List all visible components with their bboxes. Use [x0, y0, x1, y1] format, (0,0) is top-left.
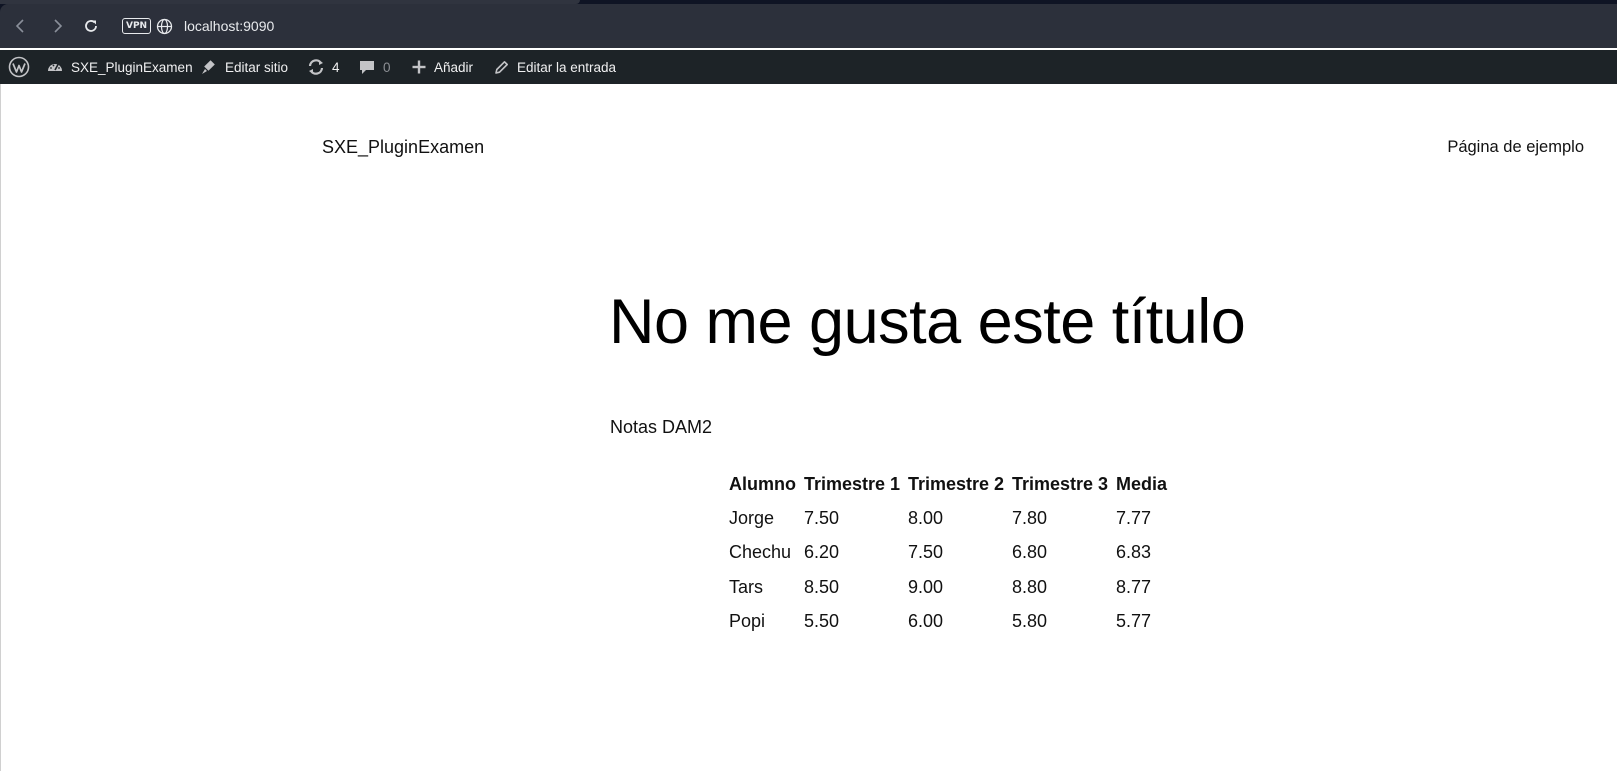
back-icon[interactable]: [10, 16, 30, 36]
brush-icon: [200, 58, 218, 76]
notes-heading: Notas DAM2: [610, 417, 713, 437]
reload-icon[interactable]: [81, 16, 101, 36]
grade-cell: 6.80: [1012, 542, 1048, 563]
grade-cell: 5.80: [1012, 611, 1048, 632]
grade-cell: 6.20: [804, 542, 840, 563]
globe-icon[interactable]: [156, 18, 173, 35]
average-cell: 8.77: [1116, 576, 1152, 597]
adminbar-site-name-label: SXE_PluginExamen: [71, 59, 193, 75]
adminbar-updates[interactable]: 4: [307, 50, 340, 84]
grade-cell: 6.00: [908, 611, 944, 632]
comments-count: 0: [383, 59, 391, 75]
column-header: Alumno: [729, 474, 796, 494]
average-cell: 5.77: [1116, 611, 1152, 632]
comment-icon: [358, 58, 376, 76]
vpn-badge[interactable]: VPN: [122, 18, 152, 34]
table-header-row: Alumno Trimestre 1 Trimestre 2 Trimestre…: [729, 470, 1176, 501]
grade-cell: 5.50: [804, 611, 840, 632]
wordpress-logo-icon[interactable]: [8, 50, 30, 84]
adminbar-add-new-label: Añadir: [434, 59, 474, 75]
forward-icon[interactable]: [48, 16, 68, 36]
adminbar-edit-post-label: Editar la entrada: [517, 59, 617, 75]
pencil-icon: [493, 59, 510, 76]
table-row: Tars 8.50 9.00 8.80 8.77: [729, 570, 1176, 605]
viewport-edge: [0, 84, 1, 771]
nav-link-sample-page[interactable]: Página de ejemplo: [1447, 138, 1584, 157]
adminbar-edit-post[interactable]: Editar la entrada: [493, 50, 616, 84]
column-header: Trimestre 1: [804, 474, 901, 494]
student-name-cell: Tars: [729, 576, 764, 597]
url-field[interactable]: localhost:9090: [184, 17, 274, 35]
grade-cell: 7.50: [908, 542, 944, 563]
student-name-cell: Chechu: [729, 542, 792, 563]
grade-cell: 8.80: [1012, 576, 1048, 597]
updates-icon: [307, 58, 325, 76]
adminbar-add-new[interactable]: Añadir: [411, 50, 473, 84]
wp-admin-bar: SXE_PluginExamen Editar sitio 4 0 Añadir…: [0, 50, 1617, 84]
post-title: No me gusta este título: [609, 287, 1246, 357]
column-header: Media: [1116, 474, 1168, 494]
grades-table: Alumno Trimestre 1 Trimestre 2 Trimestre…: [729, 470, 1176, 639]
adminbar-edit-site[interactable]: Editar sitio: [200, 50, 288, 84]
student-name-cell: Jorge: [729, 507, 775, 528]
column-header: Trimestre 3: [1012, 474, 1109, 494]
adminbar-edit-site-label: Editar sitio: [225, 59, 289, 75]
plus-icon: [411, 59, 427, 75]
updates-count: 4: [332, 59, 340, 75]
browser-frame: VPN localhost:9090: [0, 0, 1617, 48]
adminbar-site-name[interactable]: SXE_PluginExamen: [46, 50, 193, 84]
grade-cell: 8.00: [908, 507, 944, 528]
table-row: Popi 5.50 6.00 5.80 5.77: [729, 605, 1176, 640]
column-header: Trimestre 2: [908, 474, 1005, 494]
table-row: Jorge 7.50 8.00 7.80 7.77: [729, 501, 1176, 536]
grade-cell: 7.80: [1012, 507, 1048, 528]
adminbar-comments[interactable]: 0: [358, 50, 391, 84]
student-name-cell: Popi: [729, 611, 766, 632]
average-cell: 6.83: [1116, 542, 1152, 563]
grade-cell: 7.50: [804, 507, 840, 528]
grade-cell: 8.50: [804, 576, 840, 597]
table-row: Chechu 6.20 7.50 6.80 6.83: [729, 536, 1176, 571]
average-cell: 7.77: [1116, 507, 1152, 528]
address-bar: VPN localhost:9090: [0, 4, 1617, 48]
dashboard-icon: [46, 58, 64, 76]
grade-cell: 9.00: [908, 576, 944, 597]
site-title[interactable]: SXE_PluginExamen: [322, 137, 484, 158]
